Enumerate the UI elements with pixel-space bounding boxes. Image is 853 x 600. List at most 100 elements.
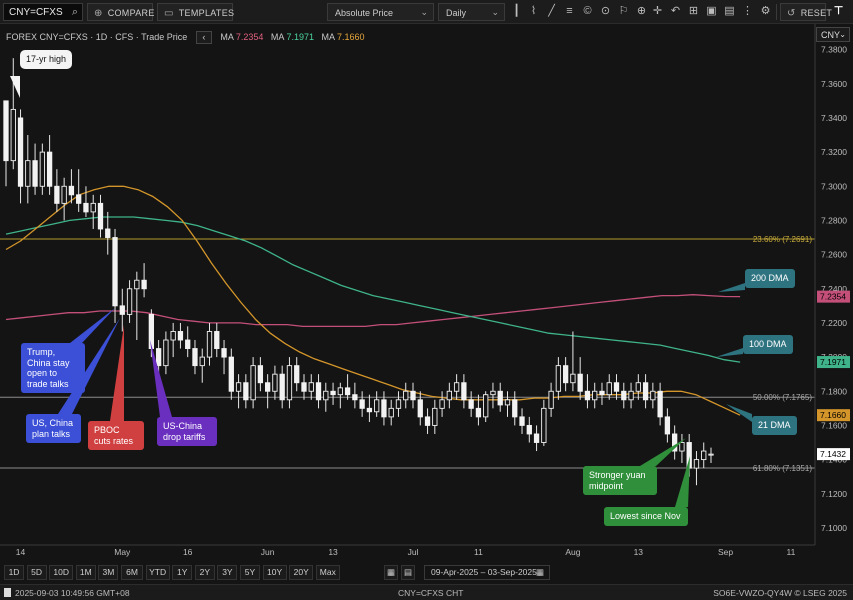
- range-button-1m[interactable]: 1M: [75, 565, 96, 580]
- candle-body: [657, 390, 663, 418]
- flag-icon[interactable]: ⚐: [617, 5, 630, 18]
- candle-body: [105, 228, 111, 238]
- candle-body: [83, 202, 89, 213]
- y-tick-label: 7.3200: [821, 147, 847, 157]
- candle-body: [250, 365, 256, 401]
- candle-body: [446, 390, 453, 401]
- zoom-in-icon[interactable]: ⊕: [635, 5, 648, 18]
- crosshair-icon[interactable]: ✛: [651, 5, 664, 18]
- table-view-icon[interactable]: ▤: [401, 565, 415, 580]
- x-tick-label: 11: [787, 547, 796, 557]
- candle-body: [286, 365, 293, 401]
- search-icon[interactable]: ⌕: [72, 6, 78, 19]
- settings-icon[interactable]: ⚙: [759, 5, 772, 18]
- annotation-tariffs: US-China drop tariffs: [157, 417, 217, 446]
- candle-body: [519, 416, 525, 426]
- collapse-legend-button[interactable]: ‹: [195, 31, 212, 44]
- indicator-icon[interactable]: ⌇: [527, 5, 540, 18]
- candle-body: [526, 424, 532, 435]
- candle-body: [330, 390, 336, 396]
- scale-dropdown[interactable]: Absolute Price ⌄: [327, 3, 434, 21]
- candle-body: [39, 151, 45, 187]
- compare-button[interactable]: ⊕ COMPARE: [87, 3, 154, 21]
- candle-body: [548, 390, 554, 409]
- candle-body: [214, 331, 220, 350]
- more-icon[interactable]: ⋮: [741, 5, 754, 18]
- range-button-3y[interactable]: 3Y: [217, 565, 238, 580]
- candle-body: [206, 331, 213, 358]
- window-icon[interactable]: ▤: [723, 5, 736, 18]
- candle-body: [562, 365, 569, 384]
- annotation-trump-china: Trump, China stay open to trade talks: [21, 343, 85, 393]
- date-range-picker[interactable]: 09-Apr-2025 – 03-Sep-2025 ▦: [424, 565, 550, 580]
- range-button-ytd[interactable]: YTD: [145, 565, 170, 580]
- currency-icon[interactable]: ©: [581, 5, 594, 18]
- candle-body: [483, 394, 489, 418]
- annotation-us-china-talks: US, China plan talks: [26, 414, 81, 443]
- candle-body: [155, 348, 162, 367]
- view-icon[interactable]: ▣: [705, 5, 718, 18]
- candle-body: [257, 365, 264, 384]
- calendar-toggle-icon[interactable]: ▦: [384, 565, 398, 580]
- ma1-value: 7.2354: [235, 31, 264, 42]
- candle-body: [68, 185, 75, 196]
- event-icon[interactable]: ⊙: [599, 5, 612, 18]
- y-tick-label: 7.1800: [821, 386, 847, 396]
- tradingview-logo-icon: ⊤: [833, 5, 844, 17]
- candle-body: [199, 356, 205, 367]
- range-button-10y[interactable]: 10Y: [262, 565, 287, 580]
- candle-body: [388, 407, 394, 418]
- candle-body: [301, 382, 307, 392]
- candle-body: [163, 339, 169, 367]
- candle-body: [395, 399, 402, 409]
- range-button-20y[interactable]: 20Y: [289, 565, 314, 580]
- price-chart[interactable]: 23.60% (7.2691) 50.00% (7.1765) 61.80% (7.…: [0, 24, 853, 563]
- candle-body: [461, 382, 467, 401]
- templates-label: TEMPLATES: [178, 8, 235, 18]
- list-icon[interactable]: ≡: [563, 5, 576, 18]
- symbol-text: CNY=CFXS: [9, 7, 63, 18]
- candle-body: [344, 387, 351, 396]
- range-button-5d[interactable]: 5D: [26, 565, 47, 580]
- range-button-3m[interactable]: 3M: [98, 565, 119, 580]
- candle-body: [359, 399, 365, 409]
- candlestick-icon[interactable]: ┃: [510, 5, 523, 18]
- ma3-label: MA: [321, 31, 335, 42]
- templates-button[interactable]: ▭ TEMPLATES: [157, 3, 235, 21]
- currency-value: CNY: [821, 30, 841, 40]
- candle-body: [97, 202, 104, 230]
- range-button-max[interactable]: Max: [315, 565, 340, 580]
- y-tick-label: 7.3400: [821, 113, 847, 123]
- candle-body: [264, 382, 271, 392]
- candle-body: [112, 237, 118, 307]
- plus-circle-icon: ⊕: [94, 8, 103, 19]
- candle-body: [243, 382, 249, 401]
- reset-button[interactable]: ↺ RESET: [780, 3, 832, 21]
- interval-dropdown[interactable]: Daily ⌄: [438, 3, 505, 21]
- interval-value: Daily: [446, 8, 467, 18]
- candle-body: [126, 288, 133, 315]
- status-bar: 2025-09-03 10:49:56 GMT+08 CNY=CFXS CHT …: [0, 584, 853, 600]
- range-button-5y[interactable]: 5Y: [240, 565, 260, 580]
- price-tag-label: 7.1432: [820, 449, 846, 459]
- x-tick-label: 13: [328, 547, 338, 557]
- candle-body: [439, 399, 445, 409]
- undo-icon[interactable]: ↶: [669, 5, 682, 18]
- candle-body: [315, 382, 322, 401]
- candle-body: [592, 390, 598, 401]
- candle-body: [32, 160, 38, 187]
- symbol-input[interactable]: CNY=CFXS ⌕: [3, 3, 83, 21]
- currency-dropdown[interactable]: CNY ⌄: [816, 27, 850, 42]
- candle-body: [46, 151, 53, 187]
- x-tick-label: May: [114, 547, 131, 557]
- candle-body: [555, 365, 562, 392]
- draw-line-icon[interactable]: ╱: [545, 5, 558, 18]
- range-button-2y[interactable]: 2Y: [194, 565, 215, 580]
- candle-body: [76, 194, 82, 204]
- range-button-1d[interactable]: 1D: [4, 565, 24, 580]
- range-button-10d[interactable]: 10D: [49, 565, 74, 580]
- range-button-6m[interactable]: 6M: [121, 565, 143, 580]
- price-tag-label: 7.1971: [820, 357, 846, 367]
- range-button-1y[interactable]: 1Y: [172, 565, 193, 580]
- layout-icon[interactable]: ⊞: [687, 5, 700, 18]
